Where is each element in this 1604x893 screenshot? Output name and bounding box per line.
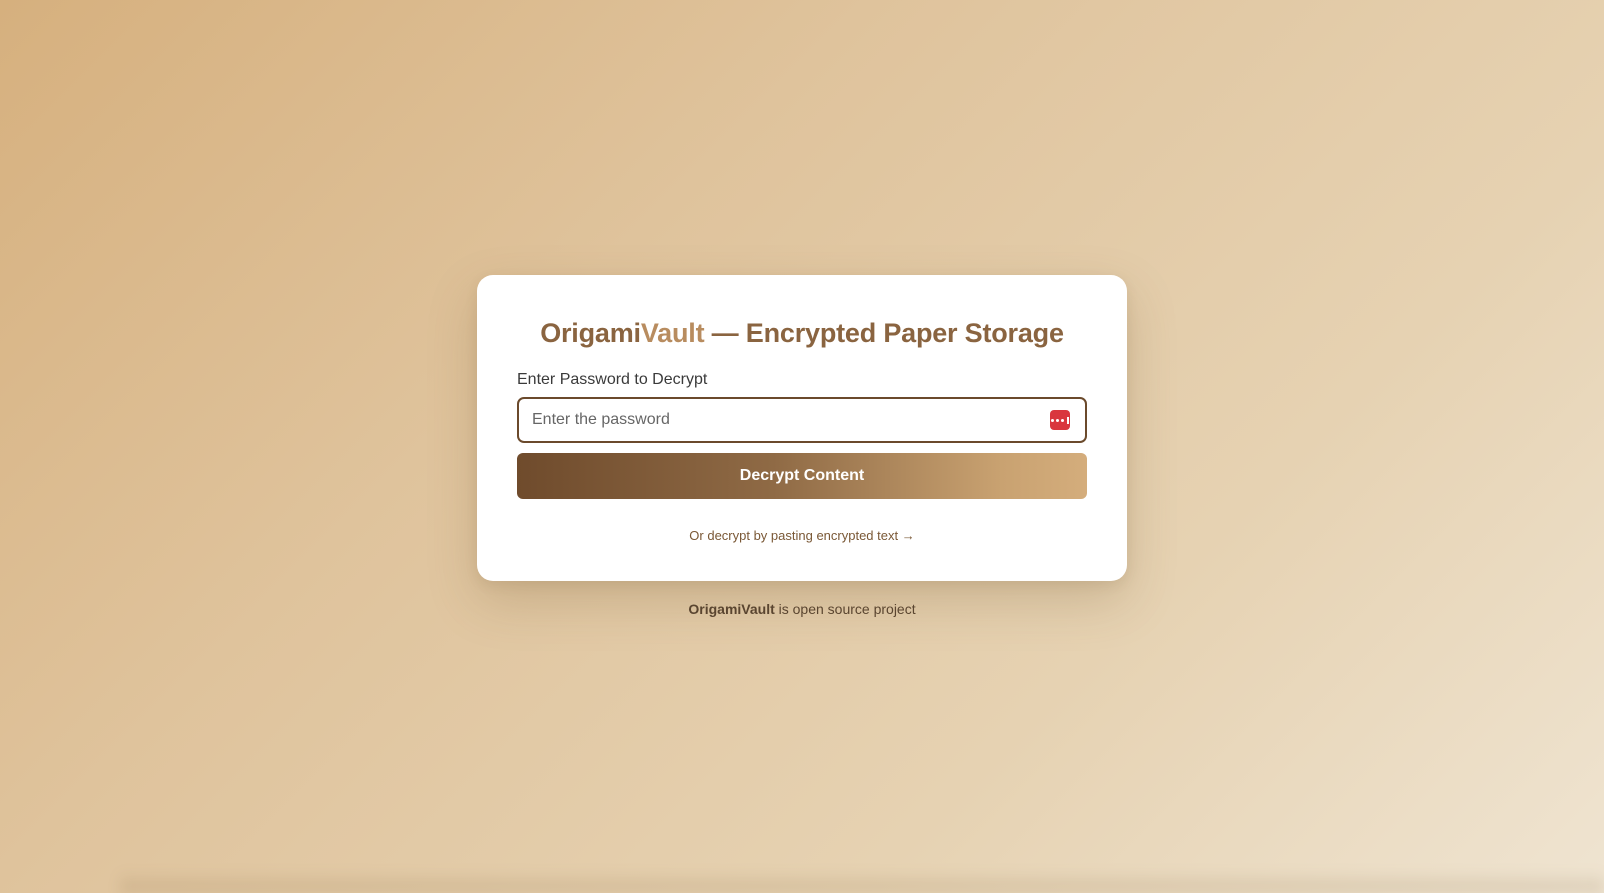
page-title: OrigamiVault — Encrypted Paper Storage (517, 315, 1087, 351)
title-brand-primary: Origami (540, 318, 641, 348)
decrypt-card: OrigamiVault — Encrypted Paper Storage E… (477, 275, 1127, 581)
password-manager-icon[interactable] (1050, 410, 1070, 430)
window-bottom-shadow (120, 871, 1604, 893)
password-input[interactable] (519, 399, 1085, 441)
decrypt-button[interactable]: Decrypt Content (517, 453, 1087, 499)
paste-encrypted-text-link[interactable]: Or decrypt by pasting encrypted text → (517, 528, 1087, 543)
footer: OrigamiVault is open source project (0, 601, 1604, 617)
password-label: Enter Password to Decrypt (517, 371, 708, 388)
footer-brand: OrigamiVault (688, 601, 775, 617)
title-suffix: — Encrypted Paper Storage (704, 318, 1064, 348)
password-field-wrapper (517, 397, 1087, 443)
footer-text: is open source project (774, 601, 916, 617)
title-brand-accent: Vault (640, 318, 705, 348)
